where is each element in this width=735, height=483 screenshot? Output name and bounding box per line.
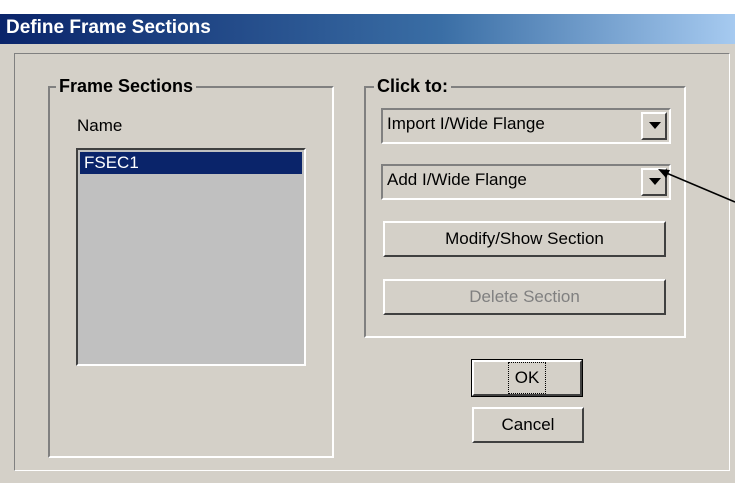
add-section-value: Add I/Wide Flange <box>387 170 527 189</box>
background-strip <box>0 0 735 14</box>
import-section-dropdown[interactable]: Import I/Wide Flange <box>381 108 671 144</box>
click-to-group-label: Click to: <box>374 76 452 97</box>
ok-label: OK <box>507 362 547 394</box>
frame-sections-list[interactable]: FSEC1 <box>76 148 306 366</box>
frame-sections-group-label: Frame Sections <box>56 76 197 97</box>
window-title: Define Frame Sections <box>6 17 211 38</box>
cancel-button[interactable]: Cancel <box>472 407 584 443</box>
modify-show-section-label: Modify/Show Section <box>445 229 604 248</box>
title-bar[interactable]: Define Frame Sections <box>0 14 735 44</box>
delete-section-label: Delete Section <box>469 287 580 306</box>
import-section-value: Import I/Wide Flange <box>387 114 545 133</box>
annotation-arrow <box>658 169 735 203</box>
name-label: Name <box>77 116 123 135</box>
modify-show-section-button[interactable]: Modify/Show Section <box>383 221 666 257</box>
list-item[interactable]: FSEC1 <box>80 152 302 174</box>
chevron-down-icon[interactable] <box>641 112 667 140</box>
cancel-label: Cancel <box>501 415 555 434</box>
define-frame-sections-dialog: Define Frame Sections Frame Sections Nam… <box>0 0 735 483</box>
add-section-dropdown[interactable]: Add I/Wide Flange <box>381 164 671 200</box>
delete-section-button[interactable]: Delete Section <box>383 279 666 315</box>
ok-button[interactable]: OK <box>471 359 583 397</box>
